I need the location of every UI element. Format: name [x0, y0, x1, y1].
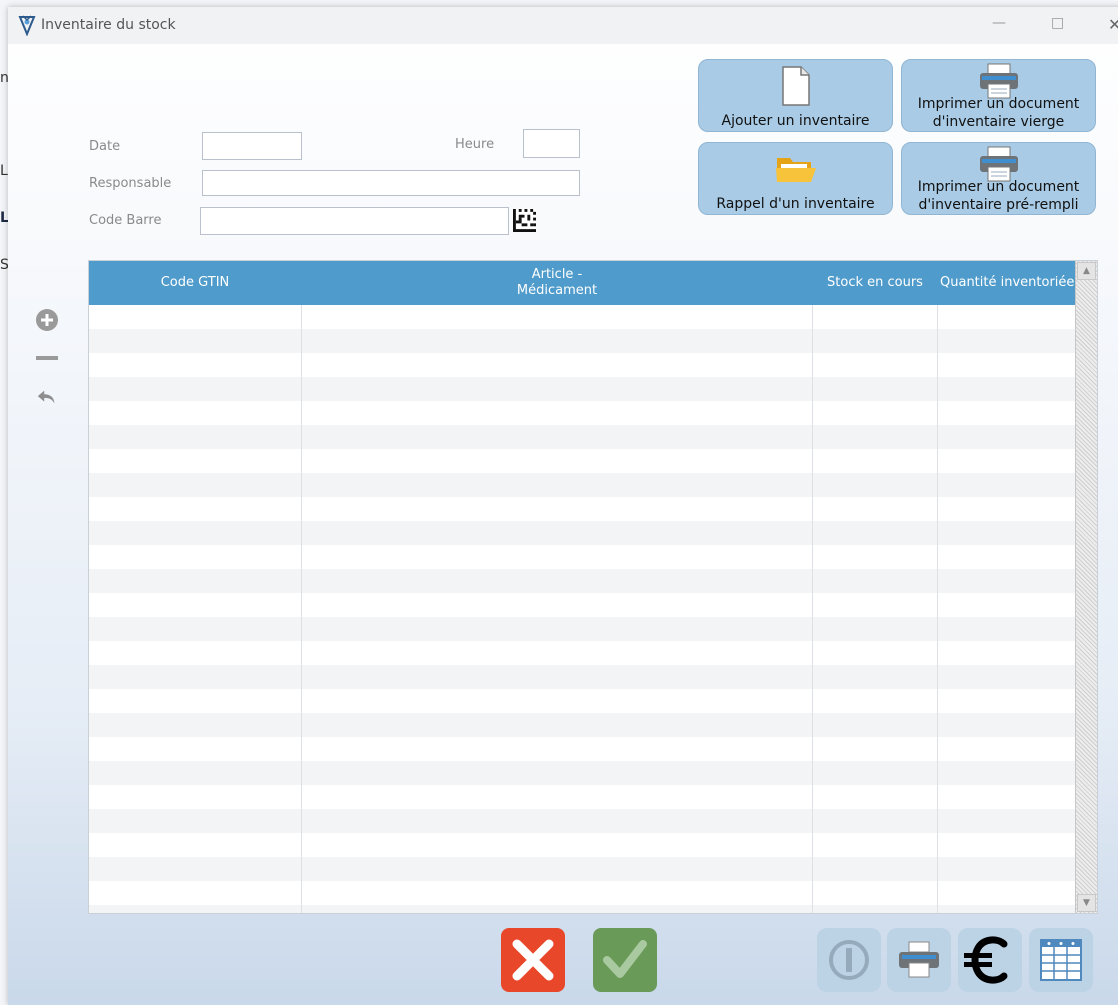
column-header-quantity[interactable]: Quantité inventoriée	[938, 261, 1082, 305]
table-row[interactable]	[89, 401, 1076, 425]
new-document-icon	[782, 66, 810, 106]
pricing-button[interactable]	[958, 928, 1022, 992]
table-row[interactable]	[89, 305, 1076, 329]
column-divider	[812, 305, 813, 913]
close-x-icon	[512, 939, 554, 981]
code-barre-label: Code Barre	[89, 213, 162, 228]
table-row[interactable]	[89, 377, 1076, 401]
table-row[interactable]	[89, 569, 1076, 593]
undo-button[interactable]	[34, 386, 60, 412]
code-barre-input[interactable]	[200, 207, 509, 235]
recall-inventory-label: Rappel d'un inventaire	[716, 196, 875, 212]
inventory-window: Inventaire du stock — □ ✕ Date Heure Res…	[8, 7, 1118, 1005]
date-input[interactable]	[202, 132, 302, 160]
scroll-down-arrow-icon[interactable]: ▼	[1077, 894, 1096, 912]
remove-row-button[interactable]	[34, 346, 60, 372]
table-row[interactable]	[89, 665, 1076, 689]
table-row[interactable]	[89, 353, 1076, 377]
print-prefilled-label-line2: d'inventaire pré-rempli	[918, 197, 1079, 213]
minus-icon	[36, 356, 58, 360]
inventory-table: Code GTIN Article - Médicament Stock en …	[88, 260, 1098, 914]
column-divider	[937, 305, 938, 913]
table-row[interactable]	[89, 905, 1076, 913]
add-inventory-label: Ajouter un inventaire	[721, 113, 870, 129]
table-icon	[1040, 939, 1082, 981]
table-row[interactable]	[89, 593, 1076, 617]
print-button[interactable]	[887, 928, 951, 992]
print-blank-document-button[interactable]: Imprimer un document d'inventaire vierge	[901, 59, 1096, 132]
table-row[interactable]	[89, 473, 1076, 497]
table-row[interactable]	[89, 425, 1076, 449]
printer-icon	[980, 146, 1018, 182]
euro-icon	[964, 936, 1008, 984]
power-button[interactable]	[817, 928, 881, 992]
undo-arrow-icon	[37, 390, 55, 404]
validate-button[interactable]	[593, 928, 657, 992]
table-row[interactable]	[89, 881, 1076, 905]
table-row[interactable]	[89, 641, 1076, 665]
table-row[interactable]	[89, 689, 1076, 713]
vertical-scrollbar[interactable]: ▲ ▼	[1075, 261, 1097, 913]
open-folder-icon	[776, 158, 816, 182]
column-divider	[301, 305, 302, 913]
table-row[interactable]	[89, 545, 1076, 569]
print-blank-label-line2: d'inventaire vierge	[932, 114, 1065, 130]
printer-icon	[899, 941, 939, 978]
app-logo-icon	[18, 15, 36, 36]
table-row[interactable]	[89, 713, 1076, 737]
printer-icon	[980, 63, 1018, 99]
minimize-button[interactable]: —	[992, 15, 1006, 31]
title-bar: Inventaire du stock — □ ✕	[8, 7, 1118, 44]
table-row[interactable]	[89, 497, 1076, 521]
table-body[interactable]	[89, 305, 1076, 913]
responsable-label: Responsable	[89, 176, 172, 191]
table-header: Code GTIN Article - Médicament Stock en …	[89, 261, 1076, 305]
heure-label: Heure	[455, 137, 495, 152]
column-header-stock[interactable]: Stock en cours	[813, 261, 937, 305]
table-row[interactable]	[89, 809, 1076, 833]
table-row[interactable]	[89, 521, 1076, 545]
print-prefilled-document-button[interactable]: Imprimer un document d'inventaire pré-re…	[901, 142, 1096, 215]
window-title: Inventaire du stock	[41, 17, 176, 33]
recall-inventory-button[interactable]: Rappel d'un inventaire	[698, 142, 893, 215]
print-prefilled-label-line1: Imprimer un document	[917, 179, 1080, 195]
datamatrix-scan-icon[interactable]	[513, 209, 536, 232]
table-row[interactable]	[89, 449, 1076, 473]
responsable-input[interactable]	[202, 170, 580, 196]
table-row[interactable]	[89, 329, 1076, 353]
table-row[interactable]	[89, 617, 1076, 641]
add-inventory-button[interactable]: Ajouter un inventaire	[698, 59, 893, 132]
add-row-button[interactable]	[34, 308, 60, 334]
table-row[interactable]	[89, 785, 1076, 809]
table-view-button[interactable]	[1029, 928, 1093, 992]
checkmark-icon	[603, 940, 647, 978]
maximize-button[interactable]: □	[1051, 15, 1064, 31]
date-label: Date	[89, 139, 121, 154]
table-row[interactable]	[89, 857, 1076, 881]
background-edge-letter: L	[0, 163, 8, 179]
table-row[interactable]	[89, 833, 1076, 857]
power-icon	[829, 940, 869, 980]
heure-input[interactable]	[523, 129, 580, 158]
scroll-up-arrow-icon[interactable]: ▲	[1077, 262, 1096, 280]
table-row[interactable]	[89, 761, 1076, 785]
close-window-button[interactable]: ✕	[1108, 15, 1118, 34]
table-row[interactable]	[89, 737, 1076, 761]
add-circle-icon	[36, 309, 58, 331]
column-header-article[interactable]: Article - Médicament	[302, 261, 812, 305]
print-blank-label-line1: Imprimer un document	[917, 96, 1080, 112]
column-header-code-gtin[interactable]: Code GTIN	[89, 261, 301, 305]
cancel-button[interactable]	[501, 928, 565, 992]
